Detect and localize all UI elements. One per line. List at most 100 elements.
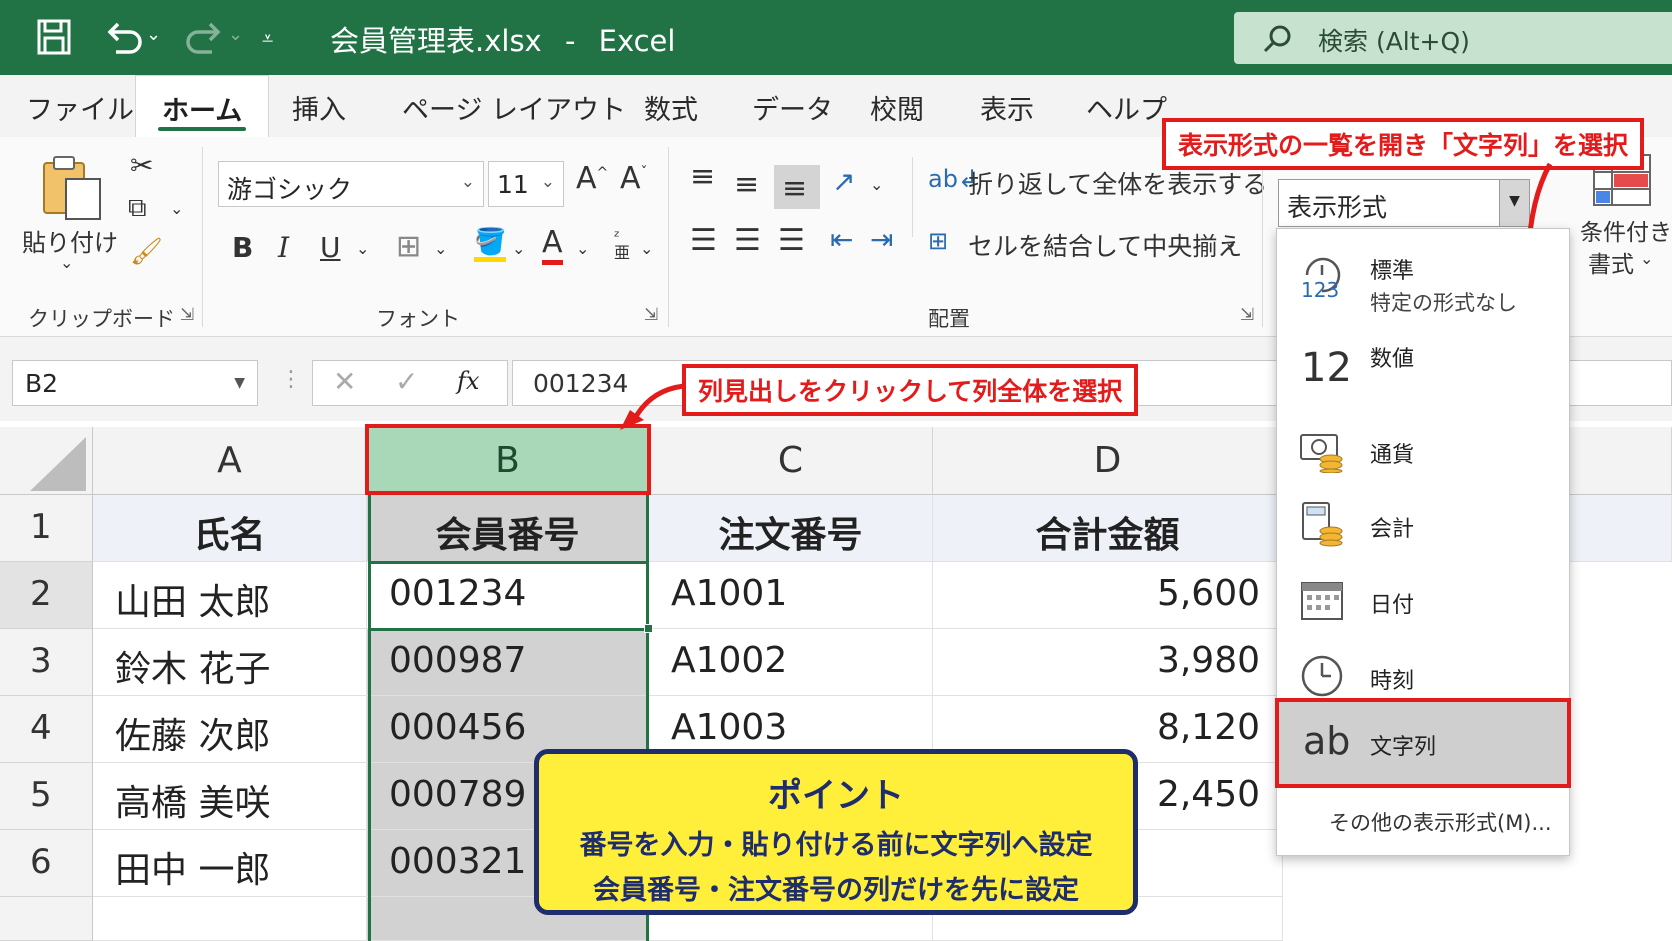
copy-dropdown-icon[interactable]: ⌄ xyxy=(170,199,183,218)
conditional-format-label-1[interactable]: 条件付き xyxy=(1580,213,1672,247)
merge-dropdown-icon[interactable]: ⌄ xyxy=(1224,233,1237,252)
align-right-icon[interactable]: ☰ xyxy=(778,223,805,258)
grow-font-icon[interactable]: A^ xyxy=(576,161,608,196)
more-number-formats-link[interactable]: その他の表示形式(M)... xyxy=(1329,807,1552,837)
italic-button[interactable]: I xyxy=(278,231,289,264)
cell-d3[interactable]: 3,980 xyxy=(933,629,1283,696)
align-bottom-icon[interactable]: ≡ xyxy=(774,165,820,209)
format-option-number[interactable]: 12 数値 xyxy=(1277,331,1569,413)
shrink-font-icon[interactable]: Aˇ xyxy=(620,161,648,196)
font-color-dropdown-icon[interactable]: ⌄ xyxy=(576,239,589,258)
clipboard-launcher-icon[interactable]: ⇲ xyxy=(180,305,194,325)
cell-a4[interactable]: 佐藤 次郎 xyxy=(93,696,367,763)
search-box[interactable]: 検索 (Alt+Q) xyxy=(1234,12,1672,64)
tab-page-layout[interactable]: ページ レイアウト xyxy=(402,88,626,127)
cell-a5[interactable]: 高橋 美咲 xyxy=(93,763,367,830)
underline-button[interactable]: U xyxy=(320,231,341,264)
merge-center-button[interactable]: セルを結合して中央揃え xyxy=(968,227,1242,263)
phonetic-dropdown-icon[interactable]: ⌄ xyxy=(640,239,653,258)
undo-dropdown-icon[interactable]: ⌄ xyxy=(146,24,161,45)
customize-qat-icon[interactable]: ⩡ xyxy=(262,26,273,50)
fill-handle[interactable] xyxy=(644,624,653,633)
cell-c3[interactable]: A1002 xyxy=(649,629,933,696)
paste-dropdown-icon[interactable]: ⌄ xyxy=(60,253,73,272)
tab-home[interactable]: ホーム xyxy=(135,75,270,137)
save-icon[interactable] xyxy=(36,18,72,56)
fill-color-icon[interactable]: 🪣 xyxy=(474,227,507,262)
redo-icon[interactable] xyxy=(184,18,224,54)
font-name-combo[interactable]: 游ゴシック ⌄ xyxy=(218,161,484,207)
number-format-combo[interactable]: 表示形式 ▼ xyxy=(1278,179,1530,227)
phonetic-icon[interactable]: ᶻ亜 xyxy=(614,229,630,261)
align-middle-icon[interactable]: ≡ xyxy=(734,167,759,202)
column-callout: 列見出しをクリックして列全体を選択 xyxy=(682,364,1139,416)
tab-review[interactable]: 校閲 xyxy=(870,88,924,127)
wrap-text-button[interactable]: 折り返して全体を表示する xyxy=(968,165,1267,201)
increase-indent-icon[interactable]: ⇥ xyxy=(870,223,893,256)
window-title: 会員管理表.xlsx - Excel xyxy=(330,18,675,60)
format-painter-icon[interactable]: 🖌 xyxy=(130,237,163,267)
cell-c1[interactable]: 注文番号 xyxy=(649,495,933,562)
conditional-format-label-2[interactable]: 書式 xyxy=(1588,245,1634,279)
tab-view[interactable]: 表示 xyxy=(980,88,1034,127)
undo-icon[interactable] xyxy=(104,18,144,54)
fill-color-dropdown-icon[interactable]: ⌄ xyxy=(512,239,525,258)
cell-d2[interactable]: 5,600 xyxy=(933,562,1283,629)
paste-icon[interactable] xyxy=(40,153,104,221)
format-option-date[interactable]: 日付 xyxy=(1277,563,1569,639)
row-header-3[interactable]: 3 xyxy=(0,629,93,696)
cell-a6[interactable]: 田中 一郎 xyxy=(93,830,367,897)
cell-c2[interactable]: A1001 xyxy=(649,562,933,629)
column-header-a[interactable]: A xyxy=(93,427,367,495)
column-header-c[interactable]: C xyxy=(649,427,933,495)
tab-insert[interactable]: 挿入 xyxy=(292,88,346,127)
borders-dropdown-icon[interactable]: ⌄ xyxy=(434,239,447,258)
underline-dropdown-icon[interactable]: ⌄ xyxy=(356,239,369,258)
align-left-icon[interactable]: ☰ xyxy=(690,223,717,258)
orientation-dropdown-icon[interactable]: ⌄ xyxy=(870,175,883,194)
orientation-icon[interactable]: ↗ xyxy=(832,165,855,198)
column-header-d[interactable]: D xyxy=(933,427,1283,495)
cell-a2[interactable]: 山田 太郎 xyxy=(93,562,367,629)
row-header-5[interactable]: 5 xyxy=(0,763,93,830)
active-cell-outline xyxy=(368,561,649,631)
tab-help[interactable]: ヘルプ xyxy=(1086,88,1167,127)
cut-icon[interactable]: ✂ xyxy=(130,149,153,182)
select-all-button[interactable] xyxy=(0,427,93,495)
format-option-accounting[interactable]: 会計 xyxy=(1277,487,1569,563)
bold-button[interactable]: B xyxy=(232,231,253,264)
row-header-4[interactable]: 4 xyxy=(0,696,93,763)
chevron-down-icon: ⌄ xyxy=(540,172,555,192)
point-title: ポイント xyxy=(768,776,904,816)
align-center-icon[interactable]: ☰ xyxy=(734,223,761,258)
format-option-general[interactable]: 123 標準 特定の形式なし xyxy=(1277,239,1569,331)
cell-a1[interactable]: 氏名 xyxy=(93,495,367,562)
decrease-indent-icon[interactable]: ⇤ xyxy=(830,223,853,256)
formula-bar-grip-icon[interactable]: ⋮ xyxy=(280,367,302,392)
row-header-2[interactable]: 2 xyxy=(0,562,93,629)
borders-icon[interactable]: ⊞ xyxy=(396,229,421,264)
tab-formulas[interactable]: 数式 xyxy=(644,88,698,127)
row-header-1[interactable]: 1 xyxy=(0,495,93,562)
file-name: 会員管理表.xlsx xyxy=(330,24,542,58)
row-header-7[interactable] xyxy=(0,897,93,941)
format-option-currency[interactable]: 通貨 xyxy=(1277,413,1569,489)
cell-d1[interactable]: 合計金額 xyxy=(933,495,1283,562)
name-box[interactable]: B2 ▼ xyxy=(12,360,258,406)
align-top-icon[interactable]: ≡ xyxy=(690,159,715,194)
redo-dropdown-icon[interactable]: ⌄ xyxy=(228,24,243,45)
enter-icon[interactable]: ✓ xyxy=(395,365,418,398)
tab-data[interactable]: データ xyxy=(752,88,833,127)
conditional-format-dropdown-icon[interactable]: ⌄ xyxy=(1640,249,1653,268)
copy-icon[interactable]: ⧉ xyxy=(128,193,147,224)
row-header-6[interactable]: 6 xyxy=(0,830,93,897)
font-color-icon[interactable]: A xyxy=(542,225,563,265)
cancel-icon[interactable]: ✕ xyxy=(333,365,356,398)
alignment-launcher-icon[interactable]: ⇲ xyxy=(1240,305,1254,325)
font-launcher-icon[interactable]: ⇲ xyxy=(644,305,658,325)
cell-a3[interactable]: 鈴木 花子 xyxy=(93,629,367,696)
font-size-combo[interactable]: 11 ⌄ xyxy=(488,161,564,207)
cell-a7[interactable] xyxy=(93,897,367,941)
tab-file[interactable]: ファイル xyxy=(26,88,134,127)
insert-function-icon[interactable]: fx xyxy=(457,367,479,395)
